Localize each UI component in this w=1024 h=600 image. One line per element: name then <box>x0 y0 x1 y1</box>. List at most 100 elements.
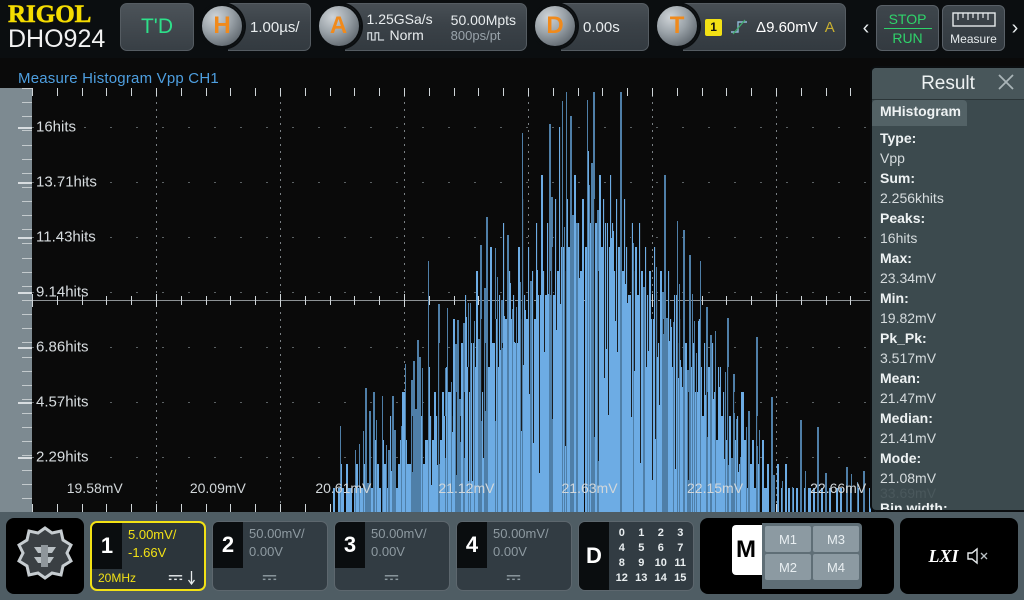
digital-line[interactable]: 0 <box>612 526 632 541</box>
digital-line[interactable]: 6 <box>651 541 671 556</box>
histogram-bin-gap <box>734 391 736 414</box>
result-key: Mode: <box>880 450 922 466</box>
digital-line[interactable]: 13 <box>632 571 652 586</box>
x-axis-tick-label: 22.66mV <box>810 480 867 496</box>
channel-1[interactable]: 1 5.00mV/ -1.66V 20MHz <box>90 521 206 591</box>
digital-line[interactable]: 14 <box>651 571 671 586</box>
digital-line[interactable]: 15 <box>671 571 691 586</box>
result-key: Median: <box>880 410 933 426</box>
math-cell-m3[interactable]: M3 <box>813 526 859 552</box>
result-key: Pk_Pk: <box>880 330 927 346</box>
digital-line[interactable]: 7 <box>671 541 691 556</box>
measure-button[interactable]: Measure <box>942 5 1005 51</box>
histogram-bar <box>795 487 798 512</box>
digital-line[interactable]: 12 <box>612 571 632 586</box>
y-axis-tick-label: 6.86hits <box>36 338 89 356</box>
delay-icon: D <box>533 3 578 48</box>
result-panel-title: Result <box>921 72 975 94</box>
y-axis-tick-label: 13.71hits <box>36 173 97 191</box>
channel-1-offset: -1.66V <box>128 545 167 560</box>
trigger-status-indicator[interactable]: T'D <box>120 3 194 51</box>
histogram-bin-gap <box>524 295 526 311</box>
histogram-bar <box>766 463 769 512</box>
channel-3[interactable]: 3 50.00mV/ 0.00V <box>334 521 450 591</box>
digital-line[interactable]: 11 <box>671 556 691 571</box>
toolbar-prev-arrow[interactable]: ‹ <box>859 17 873 40</box>
horizontal-settings[interactable]: H 1.00µs/ <box>200 0 311 51</box>
y-axis-minor-tick <box>22 88 32 89</box>
math-area: M M1 M3 M2 M4 <box>700 518 894 594</box>
trigger-level-value: Δ9.60mV <box>756 18 818 36</box>
digital-line[interactable]: 8 <box>612 556 632 571</box>
tab-mhistogram[interactable]: MHistogram <box>872 100 967 126</box>
digital-line[interactable]: 2 <box>651 526 671 541</box>
y-axis-minor-tick <box>22 342 32 344</box>
x-axis-tick-label: 21.12mV <box>438 480 495 496</box>
y-axis-minor-tick <box>22 497 32 499</box>
speaker-mute-icon[interactable] <box>966 546 990 566</box>
histogram-bin-gap <box>503 222 505 317</box>
histogram-bin-gap <box>537 222 539 270</box>
digital-line[interactable]: 10 <box>651 556 671 571</box>
histogram-bin-gap <box>579 222 581 278</box>
histogram-peak-spike <box>804 470 807 512</box>
y-axis-minor-tick <box>22 144 32 146</box>
result-key: Mean: <box>880 370 921 386</box>
math-cell-m1[interactable]: M1 <box>765 526 811 552</box>
channel-1-coupling <box>167 571 196 585</box>
lxi-status[interactable]: LXI <box>900 518 1018 594</box>
y-axis-tick-label: 9.14hits <box>36 283 89 301</box>
y-axis-minor-tick <box>22 328 32 330</box>
digital-line[interactable]: 3 <box>671 526 691 541</box>
digital-line[interactable]: 5 <box>632 541 652 556</box>
y-axis-tick <box>18 291 32 294</box>
result-value: Vpp <box>880 150 905 166</box>
acquire-icon: A <box>316 3 361 48</box>
y-axis-minor-tick <box>22 413 32 415</box>
arrow-down-icon <box>187 571 196 585</box>
result-key: Peaks: <box>880 210 926 226</box>
oscilloscope-screen: RIGOL DHO924 T'D H 1.00µs/ A 1.25GSa/s N… <box>0 0 1024 600</box>
y-axis-minor-tick <box>22 300 32 301</box>
dc-coupling-icon <box>384 575 398 581</box>
result-value: 21.41mV <box>880 430 937 446</box>
horizontal-icon: H <box>200 3 244 48</box>
y-axis-minor-tick <box>22 469 32 471</box>
toolbar-next-arrow[interactable]: › <box>1008 17 1022 40</box>
model-name: DHO924 <box>8 25 106 53</box>
channel-4[interactable]: 4 50.00mV/ 0.00V <box>456 521 572 591</box>
y-axis-tick-label: 2.29hits <box>36 448 89 466</box>
y-axis-minor-tick <box>22 257 32 259</box>
brand-logo: RIGOL DHO924 <box>0 0 118 53</box>
result-tabs[interactable]: MHistogram <box>872 100 1024 126</box>
y-axis-minor-tick <box>22 398 32 400</box>
digital-channels[interactable]: D 0 1 2 3 4 5 6 7 8 9 10 11 12 13 14 15 <box>578 521 694 591</box>
stop-run-button[interactable]: STOP RUN <box>876 5 939 51</box>
ruler-icon <box>951 12 996 27</box>
channel-2[interactable]: 2 50.00mV/ 0.00V <box>212 521 328 591</box>
digital-line[interactable]: 4 <box>612 541 632 556</box>
delay-settings[interactable]: D 0.00s <box>533 0 650 51</box>
close-icon[interactable] <box>996 72 1016 92</box>
y-axis-tick <box>18 181 32 184</box>
trigger-settings[interactable]: T 1 Δ9.60mV A <box>655 0 846 51</box>
histogram-peak-spike <box>773 474 775 512</box>
channel-2-scale: 50.00mV/ <box>249 526 305 541</box>
rigol-gear-logo-icon[interactable] <box>6 518 84 594</box>
digital-line[interactable]: 9 <box>632 556 652 571</box>
channel-4-number: 4 <box>457 522 487 568</box>
result-panel[interactable]: Result MHistogram Type: Vpp Sum: 2.256khits… <box>870 66 1024 512</box>
histogram-bar <box>777 463 780 512</box>
y-axis-minor-tick <box>22 130 32 132</box>
acquire-settings[interactable]: A 1.25GSa/s Norm 50.00Mpts 800ps/pt <box>316 0 528 51</box>
y-axis-minor-tick <box>22 441 32 443</box>
result-value: 21.08mV <box>880 470 937 486</box>
trigger-coupling-value: A <box>824 18 835 36</box>
math-channels[interactable]: M M1 M3 M2 M4 <box>732 523 862 589</box>
math-cell-m2[interactable]: M2 <box>765 554 811 580</box>
stop-label: STOP <box>888 10 927 27</box>
math-cell-m4[interactable]: M4 <box>813 554 859 580</box>
y-axis-minor-tick <box>22 215 32 217</box>
digital-line[interactable]: 1 <box>632 526 652 541</box>
channel-2-number: 2 <box>213 522 243 568</box>
